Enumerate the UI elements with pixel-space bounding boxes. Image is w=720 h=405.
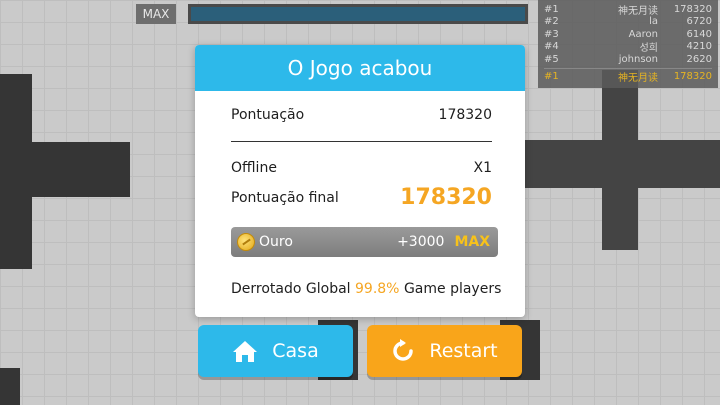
leaderboard-row: #4 성희 4210	[544, 41, 712, 54]
offline-multiplier: X1	[473, 160, 493, 176]
leaderboard-rank: #1	[544, 3, 559, 15]
global-percentage: 99.8%	[355, 281, 400, 297]
leaderboard-rank: #2	[544, 16, 559, 28]
leaderboard-name: 神无月读	[618, 73, 658, 85]
leaderboard-name: 성희	[639, 43, 658, 55]
game-over-dialog: O Jogo acabou Pontuação 178320 Offline X…	[195, 45, 525, 317]
coin-icon	[237, 233, 255, 251]
leaderboard: #1 神无月读 178320 #2 la 6720 #3 Aaron 6140 …	[538, 0, 718, 88]
global-suffix: Game players	[403, 281, 502, 297]
leaderboard-score: 6720	[686, 16, 712, 28]
leaderboard-name: 神无月读	[618, 5, 658, 17]
divider	[231, 141, 492, 142]
max-progress-bar	[188, 4, 528, 24]
gold-reward-bar: Ouro +3000 MAX	[231, 227, 498, 257]
offline-label: Offline	[231, 160, 277, 176]
home-button[interactable]: Casa	[198, 325, 353, 377]
global-rank-text: Derrotado Global 99.8% Game players	[231, 281, 501, 297]
leaderboard-self-row: #1 神无月读 178320	[544, 71, 712, 84]
leaderboard-rank: #3	[544, 28, 559, 40]
leaderboard-score: 6140	[686, 28, 712, 40]
restart-button[interactable]: Restart	[367, 325, 522, 377]
home-icon	[233, 341, 258, 362]
home-button-label: Casa	[272, 340, 319, 362]
leaderboard-score: 178320	[673, 3, 712, 15]
score-row: Pontuação 178320	[231, 107, 492, 123]
global-prefix: Derrotado Global	[231, 281, 351, 297]
leaderboard-score: 178320	[673, 71, 712, 83]
leaderboard-rank: #1	[544, 71, 559, 83]
gold-max-badge: MAX	[454, 234, 490, 250]
dialog-title: O Jogo acabou	[195, 45, 525, 91]
leaderboard-rank: #4	[544, 41, 559, 53]
final-score-value: 178320	[400, 185, 492, 210]
leaderboard-name: la	[649, 16, 658, 28]
max-label: MAX	[136, 4, 176, 24]
leaderboard-row: #5 johnson 2620	[544, 53, 712, 66]
leaderboard-score: 2620	[686, 53, 712, 65]
score-value: 178320	[438, 107, 492, 123]
leaderboard-row: #1 神无月读 178320	[544, 3, 712, 17]
leaderboard-name: Aaron	[628, 28, 658, 40]
leaderboard-score: 4210	[686, 41, 712, 53]
score-label: Pontuação	[231, 107, 305, 123]
restart-button-label: Restart	[429, 340, 498, 362]
final-score-label: Pontuação final	[231, 189, 339, 206]
max-progress-fill	[191, 7, 525, 21]
leaderboard-name: johnson	[618, 53, 658, 65]
final-score-row: Pontuação final 178320	[231, 185, 492, 210]
leaderboard-rank: #5	[544, 53, 559, 65]
leaderboard-row: #2 la 6720	[544, 16, 712, 29]
gold-label: Ouro	[259, 234, 293, 250]
offline-row: Offline X1	[231, 160, 492, 176]
restart-icon	[393, 339, 414, 361]
gold-amount: +3000	[397, 234, 445, 250]
